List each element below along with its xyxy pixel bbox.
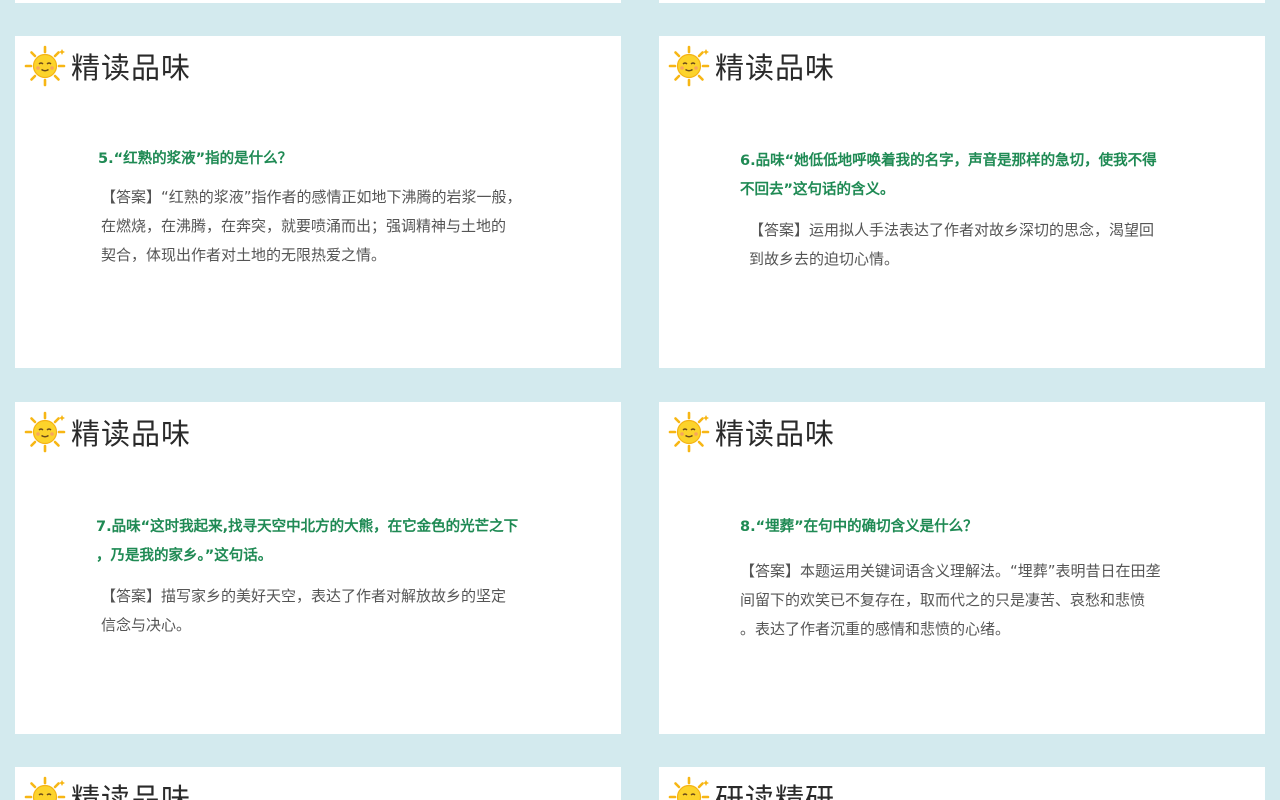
slide-grid: 精读品味 5.“红熟的浆液”指的是什么？ 【答案】“红熟的浆液”指作者的感情正如… (0, 0, 1280, 800)
slide-header: 精读品味 (23, 408, 191, 456)
slide-7[interactable]: 精读品味 7.品味“这时我起来,找寻天空中北方的大熊，在它金色的光芒之下 ，乃是… (15, 402, 621, 734)
answer-text: 【答案】运用拟人手法表达了作者对故乡深切的思念，渴望回 到故乡去的迫切心情。 (749, 221, 1155, 268)
slide-header: 精读品味 (667, 408, 835, 456)
question-text: 6.品味“她低低地呼唤着我的名字，声音是那样的急切，使我不得 不回去”这句话的含… (740, 153, 1157, 198)
sun-icon (668, 776, 710, 800)
slide-header: 精读品味 (667, 42, 835, 90)
slide-title: 精读品味 (71, 51, 192, 85)
slide-header: 研读精研 (667, 773, 835, 800)
slide-partial-top-left[interactable] (15, 0, 621, 3)
answer-text: 【答案】本题运用关键词语含义理解法。“埋葬”表明昔日在田垄 间留下的欢笑已不复存… (740, 562, 1161, 638)
sun-icon (24, 776, 66, 800)
slide-header: 精读品味 (23, 773, 191, 800)
slide-partial-bottom-left[interactable]: 精读品味 (15, 767, 621, 800)
slide-5[interactable]: 精读品味 5.“红熟的浆液”指的是什么？ 【答案】“红熟的浆液”指作者的感情正如… (15, 36, 621, 368)
slide-title: 精读品味 (71, 782, 192, 800)
sun-icon (668, 411, 710, 453)
answer-text: 【答案】描写家乡的美好天空，表达了作者对解放故乡的坚定 信念与决心。 (101, 587, 507, 634)
slide-title: 精读品味 (71, 417, 192, 451)
question-text: 8.“埋葬”在句中的确切含义是什么？ (740, 519, 978, 535)
question-text: 5.“红熟的浆液”指的是什么？ (98, 151, 293, 167)
slide-title: 精读品味 (715, 51, 836, 85)
sun-icon (24, 45, 66, 87)
slide-6[interactable]: 精读品味 6.品味“她低低地呼唤着我的名字，声音是那样的急切，使我不得 不回去”… (659, 36, 1265, 368)
slide-header: 精读品味 (23, 42, 191, 90)
slide-title: 精读品味 (715, 417, 836, 451)
sun-icon (668, 45, 710, 87)
slide-title: 研读精研 (715, 782, 836, 800)
slide-partial-top-right[interactable] (659, 0, 1265, 3)
question-text: 7.品味“这时我起来,找寻天空中北方的大熊，在它金色的光芒之下 ，乃是我的家乡。… (96, 519, 519, 564)
sun-icon (24, 411, 66, 453)
answer-text: 【答案】“红熟的浆液”指作者的感情正如地下沸腾的岩浆一般， 在燃烧，在沸腾，在奔… (101, 188, 522, 264)
slide-partial-bottom-right[interactable]: 研读精研 (659, 767, 1265, 800)
slide-8[interactable]: 精读品味 8.“埋葬”在句中的确切含义是什么？ 【答案】本题运用关键词语含义理解… (659, 402, 1265, 734)
